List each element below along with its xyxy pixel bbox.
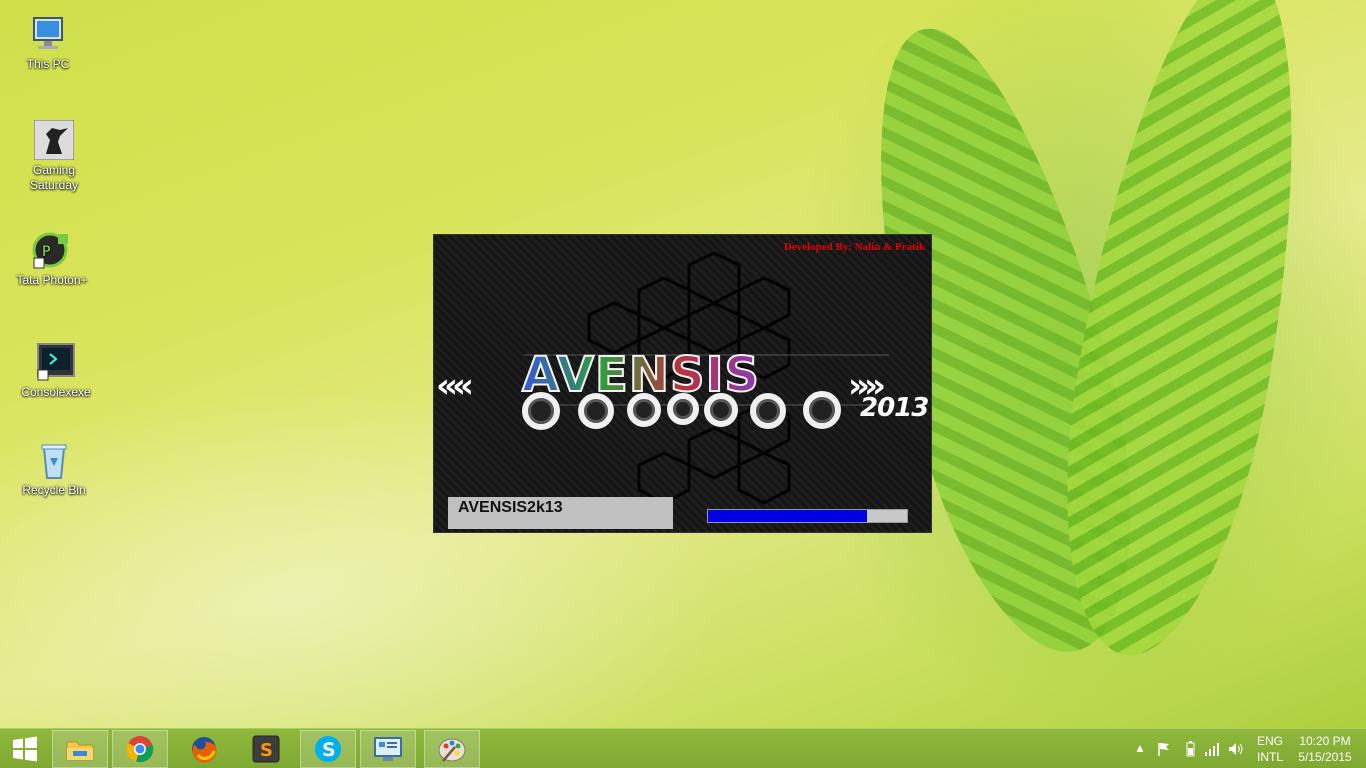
clock-time: 10:20 PM bbox=[1299, 734, 1351, 748]
desktop-icon-label: Gaming Saturday bbox=[29, 163, 79, 192]
action-center-flag-icon[interactable] bbox=[1156, 741, 1172, 757]
svg-text:S: S bbox=[322, 739, 336, 761]
clock-date: 5/15/2015 bbox=[1298, 750, 1352, 764]
avensis-logo: AVENSIS bbox=[521, 347, 760, 403]
splash-status-label: AVENSIS2k13 bbox=[448, 497, 673, 529]
chrome-icon bbox=[126, 736, 154, 763]
taskbar-chrome[interactable] bbox=[112, 730, 168, 768]
desktop-icon-label: This PC bbox=[26, 57, 70, 71]
desktop-icon-consolexexe[interactable]: Consolexexe bbox=[16, 342, 96, 400]
svg-text:S: S bbox=[260, 740, 273, 761]
paint-palette-icon bbox=[438, 738, 466, 762]
desktop-icon-tata-photon[interactable]: P Tata Photon+ bbox=[12, 230, 92, 288]
taskbar-skype[interactable]: S bbox=[300, 730, 356, 768]
counter-strike-icon bbox=[33, 119, 75, 161]
desktop-icon-recycle-bin[interactable]: Recycle Bin bbox=[14, 440, 94, 498]
taskbar-sublime-text[interactable]: S bbox=[238, 730, 294, 768]
start-button[interactable] bbox=[0, 730, 50, 768]
desktop-icon-this-pc[interactable]: This PC bbox=[8, 14, 88, 72]
taskbar-paint[interactable] bbox=[424, 730, 480, 768]
control-panel-icon bbox=[374, 737, 402, 761]
desktop-icon-gaming-saturday[interactable]: Gaming Saturday bbox=[14, 119, 94, 193]
firefox-icon bbox=[192, 737, 217, 763]
taskbar: S S ▲ ENG INTL 10:20 PM 5/15/2015 bbox=[0, 728, 1366, 768]
logo-year: 2013 bbox=[860, 393, 929, 423]
taskbar-control-panel[interactable] bbox=[360, 730, 416, 768]
tata-photon-icon: P bbox=[32, 230, 72, 270]
taskbar-firefox[interactable] bbox=[176, 730, 232, 768]
network-signal-icon[interactable] bbox=[1204, 741, 1220, 757]
taskbar-file-explorer[interactable] bbox=[52, 730, 108, 768]
language-indicator[interactable]: ENG INTL bbox=[1252, 729, 1288, 768]
desktop-icon-label: Recycle Bin bbox=[22, 483, 86, 497]
sublime-text-icon: S bbox=[252, 735, 280, 763]
developer-credit: Developed By: Nalin & Pratik bbox=[783, 241, 925, 253]
keyboard-layout: INTL bbox=[1256, 750, 1283, 764]
chevrons-left-graphic: ‹‹‹‹ bbox=[436, 366, 474, 406]
clock[interactable]: 10:20 PM 5/15/2015 bbox=[1292, 729, 1358, 768]
skype-icon: S bbox=[315, 736, 341, 762]
desktop-icon-label: Consolexexe bbox=[21, 385, 91, 399]
console-icon bbox=[36, 342, 76, 382]
recycle-bin-icon bbox=[34, 440, 74, 480]
desktop-icon-label: Tata Photon+ bbox=[16, 273, 88, 287]
language-code: ENG bbox=[1256, 734, 1283, 748]
battery-icon[interactable] bbox=[1182, 741, 1198, 757]
windows-logo-icon bbox=[13, 736, 37, 762]
progress-fill bbox=[708, 510, 868, 522]
computer-icon bbox=[28, 14, 68, 54]
ring-graphic bbox=[803, 391, 841, 429]
volume-icon[interactable] bbox=[1228, 741, 1244, 757]
folder-icon bbox=[66, 741, 94, 761]
show-hidden-icons-chevron-up-icon[interactable]: ▲ bbox=[1132, 741, 1148, 757]
loading-progress-bar bbox=[707, 509, 908, 523]
